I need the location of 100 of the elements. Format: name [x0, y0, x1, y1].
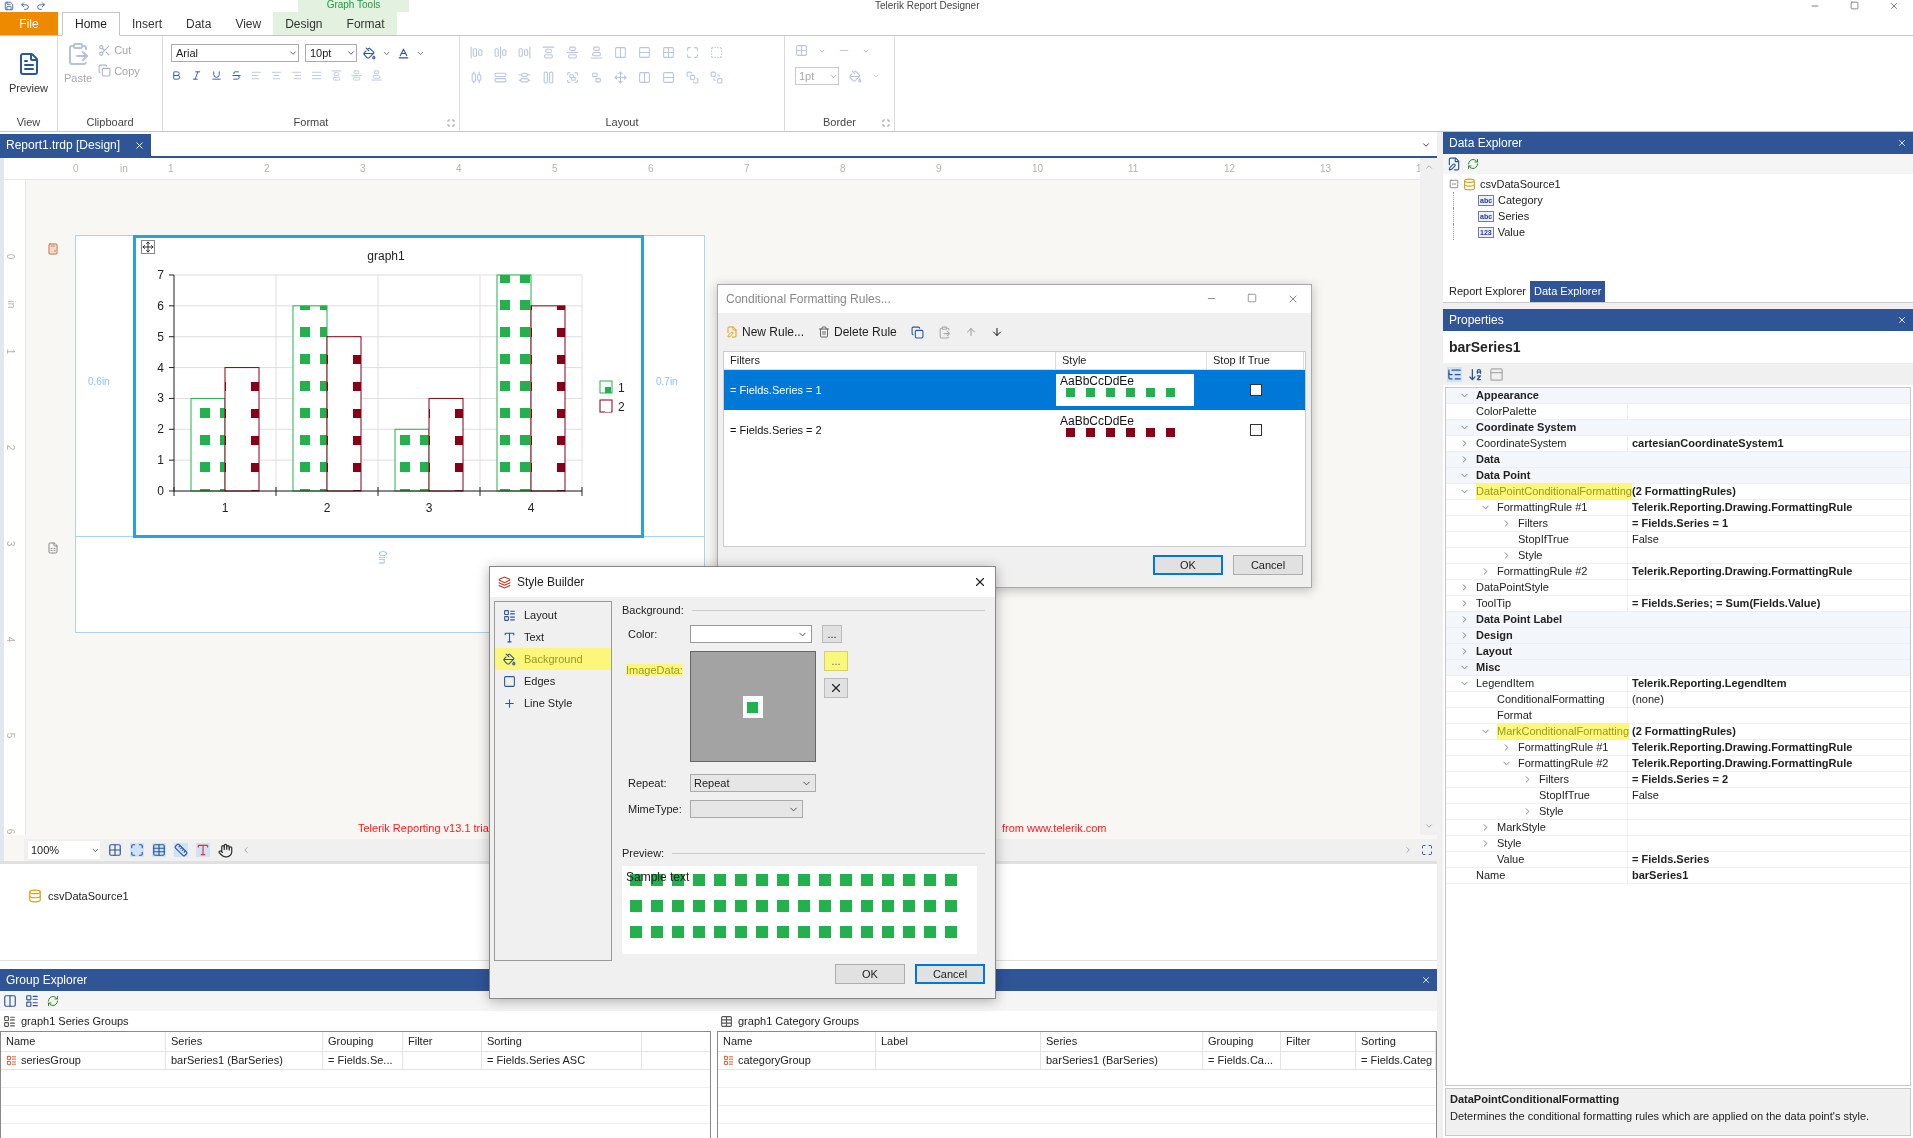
property-value[interactable]: (2 FormattingRules) [1632, 483, 1736, 500]
move-down-icon[interactable] [990, 326, 1003, 338]
property-value[interactable]: Telerik.Reporting.LegendItem [1632, 675, 1787, 692]
rows-icon[interactable] [662, 71, 675, 84]
caret-icon[interactable] [872, 72, 880, 80]
copy-icon[interactable] [910, 325, 924, 339]
column-header[interactable]: Stop If True [1207, 352, 1304, 369]
column-header[interactable]: Series [1041, 1032, 1203, 1051]
property-value[interactable]: Telerik.Reporting.Drawing.FormattingRule [1632, 739, 1853, 756]
fit-icon[interactable] [686, 46, 699, 59]
column-header[interactable]: Sorting [482, 1032, 642, 1051]
text-icon[interactable] [196, 843, 210, 857]
property-name[interactable]: LegendItem [1476, 675, 1535, 692]
scroll-up-icon[interactable] [1423, 162, 1434, 172]
dialog-launcher-icon[interactable] [882, 119, 890, 127]
align-left-icon[interactable] [251, 70, 262, 81]
property-value[interactable]: = Fields.Series = 2 [1632, 771, 1728, 788]
browse-button[interactable]: ... [822, 625, 842, 643]
section-item[interactable]: Layout [495, 604, 611, 626]
section-item[interactable]: Edges [495, 670, 611, 692]
column-header[interactable]: Filter [403, 1032, 482, 1051]
zoom-dropdown[interactable]: 100% [28, 841, 100, 859]
category-label[interactable]: Data Point Label [1476, 612, 1563, 627]
dropdown-icon[interactable] [1421, 140, 1431, 150]
align-center-icon[interactable] [494, 46, 507, 59]
scroll-down-icon[interactable] [1423, 821, 1434, 831]
property-value[interactable]: = Fields.Series; = Sum(Fields.Value) [1632, 595, 1821, 612]
refresh-icon[interactable] [47, 995, 59, 1007]
property-value[interactable]: False [1632, 531, 1659, 548]
section-item[interactable]: Text [495, 626, 611, 648]
tree-item[interactable]: Category [1498, 191, 1543, 209]
property-name[interactable]: DataPointStyle [1476, 579, 1549, 596]
scroll-right-icon[interactable] [1403, 845, 1413, 855]
color-dropdown[interactable] [690, 625, 812, 643]
align-justify-icon[interactable] [311, 70, 322, 81]
category-label[interactable]: Design [1476, 628, 1513, 643]
snap-icon[interactable] [130, 843, 144, 857]
property-value[interactable]: Telerik.Reporting.Drawing.FormattingRule [1632, 499, 1853, 516]
property-name[interactable]: Value [1497, 851, 1525, 868]
chevron-icon[interactable] [1501, 758, 1512, 769]
zoom-icon[interactable] [1421, 844, 1433, 856]
font-size-dropdown[interactable]: 10pt [305, 44, 357, 62]
property-name[interactable]: Filters [1518, 515, 1548, 532]
property-name[interactable]: Style [1539, 803, 1564, 820]
category-label[interactable]: Data Point [1476, 468, 1531, 483]
column-header[interactable]: Sorting [1356, 1032, 1436, 1051]
ok-button[interactable]: OK [1153, 555, 1223, 575]
align-top-icon[interactable] [542, 46, 555, 59]
group-icon[interactable] [566, 71, 579, 84]
redo-icon[interactable] [36, 1, 46, 11]
property-name[interactable]: Style [1497, 835, 1522, 852]
maximize-icon[interactable] [1247, 293, 1257, 303]
ribbon-tab[interactable]: Insert [120, 12, 175, 35]
property-value[interactable]: Telerik.Reporting.Drawing.FormattingRule [1632, 755, 1853, 772]
property-value[interactable]: = Fields.Series = 1 [1632, 515, 1728, 532]
ribbon-tab[interactable]: Data [174, 12, 224, 35]
move-icon[interactable] [614, 71, 627, 84]
property-name[interactable]: MarkStyle [1497, 819, 1546, 836]
table-icon[interactable] [152, 843, 166, 857]
strikethrough-icon[interactable] [231, 70, 242, 81]
bring-to-front-icon[interactable] [686, 71, 699, 84]
ribbon-tab[interactable]: View [223, 12, 274, 35]
property-value[interactable]: barSeries1 [1632, 867, 1689, 884]
move-up-icon[interactable] [964, 326, 977, 338]
edit-icon[interactable] [1447, 157, 1461, 171]
column-header[interactable]: Style [1056, 352, 1207, 369]
align-middle-icon[interactable] [351, 70, 362, 81]
property-pages-icon[interactable] [1489, 366, 1504, 382]
property-name[interactable]: Format [1497, 707, 1532, 724]
checkbox[interactable] [1249, 424, 1262, 436]
column-header[interactable]: Filter [1281, 1032, 1356, 1051]
grid-icon[interactable] [108, 843, 122, 857]
delete-rule-button[interactable]: Delete Rule [818, 323, 897, 341]
property-name[interactable]: ToolTip [1476, 595, 1512, 612]
distribute-horizontal-icon[interactable] [470, 71, 483, 84]
tree-item[interactable]: Value [1497, 223, 1525, 241]
column-header[interactable]: Grouping [323, 1032, 403, 1051]
property-value[interactable]: (2 FormattingRules) [1632, 723, 1736, 740]
category-label[interactable]: Appearance [1476, 388, 1539, 403]
column-header[interactable]: Series [166, 1032, 323, 1051]
category-label[interactable]: Misc [1476, 660, 1501, 675]
category-label[interactable]: Data [1476, 452, 1500, 467]
ok-button[interactable]: OK [835, 964, 905, 984]
rule-row[interactable]: = Fields.Series = 1 AaBbCcDdEe [724, 370, 1305, 410]
cancel-button[interactable]: Cancel [1233, 555, 1303, 575]
undo-icon[interactable] [20, 1, 30, 11]
category-label[interactable]: Layout [1476, 644, 1513, 659]
property-name[interactable]: ConditionalFormatting [1497, 691, 1605, 708]
stretch-vertical-icon[interactable] [542, 71, 555, 84]
property-name[interactable]: CoordinateSystem [1476, 435, 1567, 452]
send-to-back-icon[interactable] [710, 71, 723, 84]
underline-icon[interactable] [211, 70, 222, 81]
property-value[interactable]: cartesianCoordinateSystem1 [1632, 435, 1784, 452]
property-name[interactable]: Filters [1539, 771, 1569, 788]
hand-icon[interactable] [218, 842, 233, 858]
column-header[interactable]: Grouping [1203, 1032, 1281, 1051]
move-handle-icon[interactable] [141, 240, 155, 254]
selection-icon[interactable] [710, 46, 723, 59]
borders-icon[interactable] [795, 44, 808, 57]
sort-alphabetical-icon[interactable] [1468, 366, 1483, 382]
